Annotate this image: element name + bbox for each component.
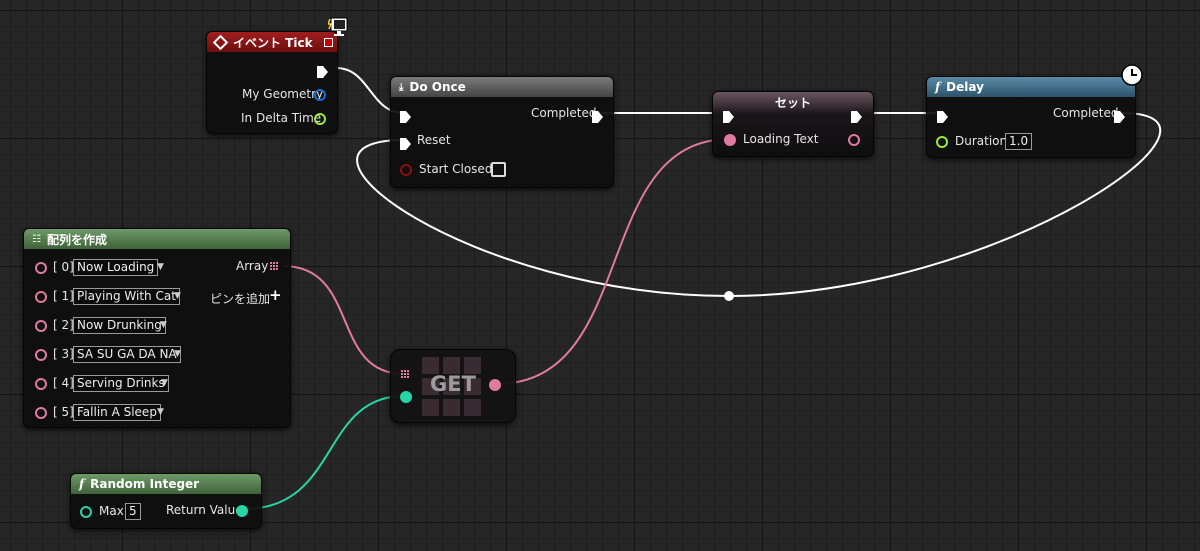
event-diamond-icon — [212, 34, 229, 50]
item-1-index: [ 1] — [53, 289, 74, 303]
item-0-select[interactable]: Now Loading — [73, 259, 159, 276]
item-5-index: [ 5] — [53, 405, 74, 419]
random-integer-title: Random Integer — [90, 477, 200, 491]
exec-in-pin[interactable] — [723, 108, 735, 123]
event-tick-title: イベント Tick — [233, 35, 313, 50]
item-2-select[interactable]: Now Drunking — [73, 317, 166, 334]
item-2-index: [ 2] — [53, 318, 74, 332]
event-tick-node[interactable]: イベント Tick My Geometry In Delta Time — [206, 31, 338, 134]
delay-title: Delay — [946, 80, 984, 94]
function-f-icon: f — [79, 477, 85, 491]
array-item-row: [ 1] Playing With Cat ▼ — [24, 287, 204, 307]
set-node-title: セット — [774, 95, 811, 110]
my-geometry-pin[interactable] — [314, 89, 326, 101]
array-item-row: [ 0] Now Loading ▼ — [24, 258, 204, 278]
latent-clock-icon — [1121, 64, 1143, 86]
item-1-pin[interactable] — [35, 291, 47, 303]
item-5-pin[interactable] — [35, 407, 47, 419]
pin-label-start-closed: Start Closed — [419, 162, 493, 176]
exec-out-pin[interactable] — [317, 63, 329, 78]
chevron-down-icon[interactable]: ▼ — [174, 349, 181, 359]
add-pin-label: ピンを追加 — [210, 292, 271, 306]
completed-exec-out-pin[interactable] — [1114, 108, 1126, 123]
pin-label-completed: Completed — [531, 106, 597, 120]
loading-text-out-pin[interactable] — [848, 134, 860, 146]
index-input-pin[interactable] — [400, 391, 412, 403]
add-pin-button[interactable]: + — [269, 286, 282, 304]
pin-label-loading-text: Loading Text — [743, 132, 819, 146]
pin-label-return-value: Return Value — [166, 503, 243, 517]
reroute-node — [724, 291, 734, 301]
duration-input[interactable]: 1.0 — [1005, 133, 1033, 150]
in-delta-time-pin[interactable] — [314, 113, 326, 125]
item-3-index: [ 3] — [53, 347, 74, 361]
item-4-pin[interactable] — [35, 378, 47, 390]
exec-out-pin[interactable] — [851, 108, 863, 123]
array-input-pin[interactable] — [401, 370, 410, 379]
item-4-index: [ 4] — [53, 376, 74, 390]
chevron-down-icon[interactable]: ▼ — [157, 407, 164, 417]
start-closed-pin[interactable] — [400, 164, 412, 176]
reset-exec-in-pin[interactable] — [400, 135, 412, 150]
item-5-select[interactable]: Fallin A Sleep — [73, 404, 161, 421]
client-only-monitor-icon — [326, 17, 348, 39]
random-integer-node[interactable]: f Random Integer Max 5 Return Value — [70, 473, 262, 529]
max-pin[interactable] — [80, 506, 92, 518]
array-get-node[interactable]: GET — [390, 349, 516, 423]
make-array-node[interactable]: ☷ 配列を作成 Array ピンを追加 + [ 0] Now Loading ▼… — [23, 228, 291, 428]
pin-label-reset: Reset — [417, 133, 451, 147]
max-input[interactable]: 5 — [125, 503, 141, 520]
do-once-node[interactable]: ⤓ Do Once Completed Reset Start Closed — [390, 76, 614, 188]
item-4-select[interactable]: Serving Drinks — [73, 375, 169, 392]
array-item-row: [ 3] SA SU GA DA NA ▼ — [24, 345, 204, 365]
duration-pin[interactable] — [936, 136, 948, 148]
item-2-pin[interactable] — [35, 320, 47, 332]
set-variable-node[interactable]: セット Loading Text — [712, 91, 874, 157]
start-closed-checkbox[interactable] — [491, 162, 506, 177]
array-item-row: [ 4] Serving Drinks ▼ — [24, 374, 204, 394]
exec-in-pin[interactable] — [400, 108, 412, 123]
item-3-pin[interactable] — [35, 349, 47, 361]
array-output-pin[interactable] — [270, 262, 279, 271]
item-3-select[interactable]: SA SU GA DA NA — [73, 346, 181, 363]
array-item-row: [ 5] Fallin A Sleep ▼ — [24, 403, 204, 423]
delegate-pin-icon[interactable] — [324, 38, 333, 47]
completed-exec-out-pin[interactable] — [592, 108, 604, 123]
pin-label-my-geometry: My Geometry — [242, 87, 324, 101]
pin-label-max: Max — [99, 504, 124, 518]
pin-label-completed: Completed — [1053, 106, 1119, 120]
chevron-down-icon[interactable]: ▼ — [174, 291, 181, 301]
item-0-index: [ 0] — [53, 260, 74, 274]
string-wire-array-to-get — [282, 265, 405, 375]
chevron-down-icon[interactable]: ▼ — [157, 262, 164, 272]
item-output-pin[interactable] — [489, 379, 501, 391]
array-grid-icon: ☷ — [32, 233, 41, 245]
chevron-down-icon[interactable]: ▼ — [161, 378, 168, 388]
pin-label-duration: Duration — [955, 134, 1008, 148]
item-0-pin[interactable] — [35, 262, 47, 274]
macro-icon: ⤓ — [399, 81, 404, 93]
chevron-down-icon[interactable]: ▼ — [160, 320, 167, 330]
item-1-select[interactable]: Playing With Cat — [73, 288, 180, 305]
array-item-row: [ 2] Now Drunking ▼ — [24, 316, 204, 336]
pin-label-in-delta-time: In Delta Time — [241, 111, 322, 125]
exec-in-pin[interactable] — [937, 108, 949, 123]
return-value-pin[interactable] — [236, 505, 248, 517]
make-array-title: 配列を作成 — [46, 232, 107, 247]
loading-text-in-pin[interactable] — [724, 134, 736, 146]
do-once-title: Do Once — [409, 80, 466, 94]
array-output-label: Array — [236, 259, 269, 273]
delay-node[interactable]: f Delay Completed Duration 1.0 — [926, 76, 1136, 158]
function-f-icon: f — [935, 80, 941, 94]
